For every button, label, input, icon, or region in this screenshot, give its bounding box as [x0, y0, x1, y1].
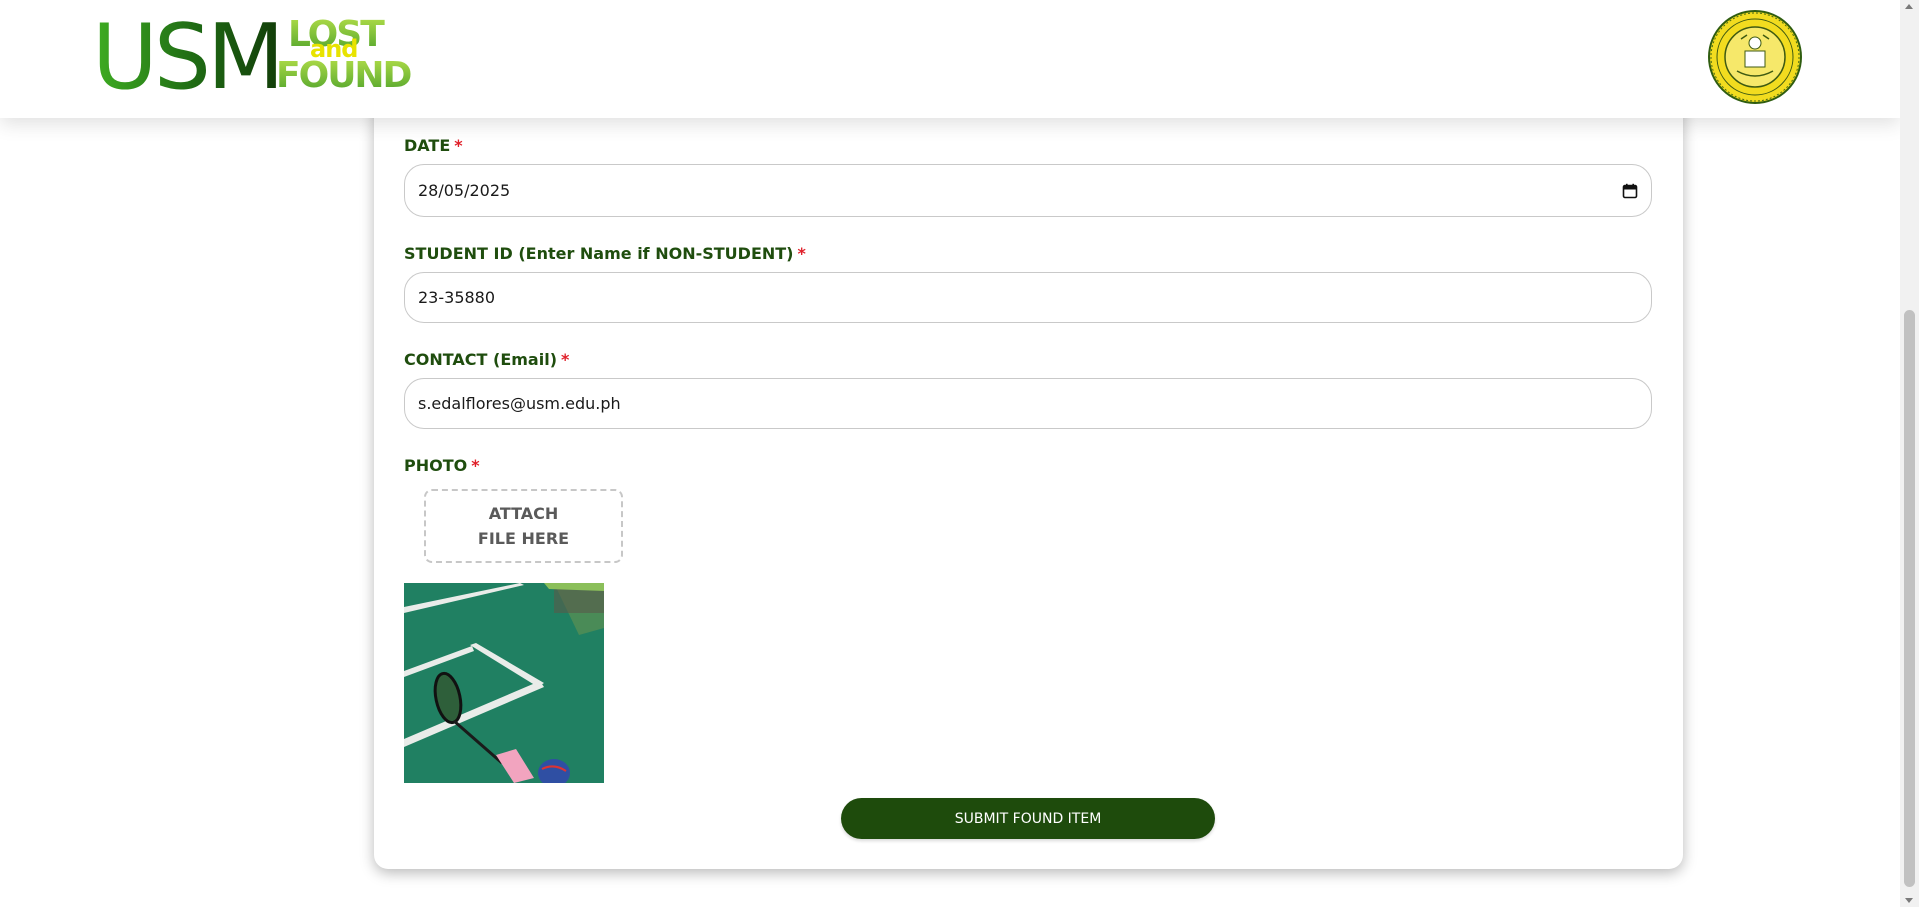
photo-preview-image [404, 583, 604, 783]
contact-label: CONTACT (Email) * [404, 350, 569, 369]
photo-label-text: PHOTO [404, 456, 468, 475]
svg-text:FOUND: FOUND [276, 55, 411, 95]
scrollbar-thumb[interactable] [1904, 310, 1915, 887]
student-id-input[interactable]: 23-35880 [404, 272, 1652, 323]
university-seal-icon [1708, 10, 1802, 104]
date-value: 28/05/2025 [418, 181, 511, 200]
usm-lost-and-found-logo[interactable]: USM LOST and FOUND [92, 10, 422, 95]
submit-found-item-button[interactable]: SUBMIT FOUND ITEM [841, 798, 1215, 839]
vertical-scrollbar[interactable] [1900, 0, 1919, 907]
attach-file-label: ATTACH FILE HERE [477, 504, 570, 548]
required-asterisk: * [454, 136, 463, 155]
attach-file-button[interactable]: ATTACH FILE HERE [424, 489, 623, 563]
site-header: USM LOST and FOUND [0, 0, 1900, 118]
calendar-icon[interactable] [1622, 183, 1638, 199]
date-label: DATE * [404, 136, 463, 155]
required-asterisk: * [797, 244, 806, 263]
date-label-text: DATE [404, 136, 451, 155]
required-asterisk: * [471, 456, 480, 475]
student-id-value: 23-35880 [418, 288, 496, 307]
required-asterisk: * [561, 350, 570, 369]
date-input[interactable]: 28/05/2025 [404, 164, 1652, 217]
scroll-down-arrow-icon[interactable] [1905, 898, 1913, 903]
contact-label-text: CONTACT (Email) [404, 350, 558, 369]
student-id-label-text: STUDENT ID (Enter Name if NON-STUDENT) [404, 244, 794, 263]
contact-email-value: s.edalflores@usm.edu.ph [418, 394, 621, 413]
contact-email-input[interactable]: s.edalflores@usm.edu.ph [404, 378, 1652, 429]
svg-text:USM: USM [92, 10, 281, 95]
page: USM LOST and FOUND DATE * 28/05/2025 STU… [0, 0, 1919, 907]
student-id-label: STUDENT ID (Enter Name if NON-STUDENT) * [404, 244, 806, 263]
photo-label: PHOTO * [404, 456, 480, 475]
scroll-up-arrow-icon[interactable] [1905, 4, 1913, 9]
